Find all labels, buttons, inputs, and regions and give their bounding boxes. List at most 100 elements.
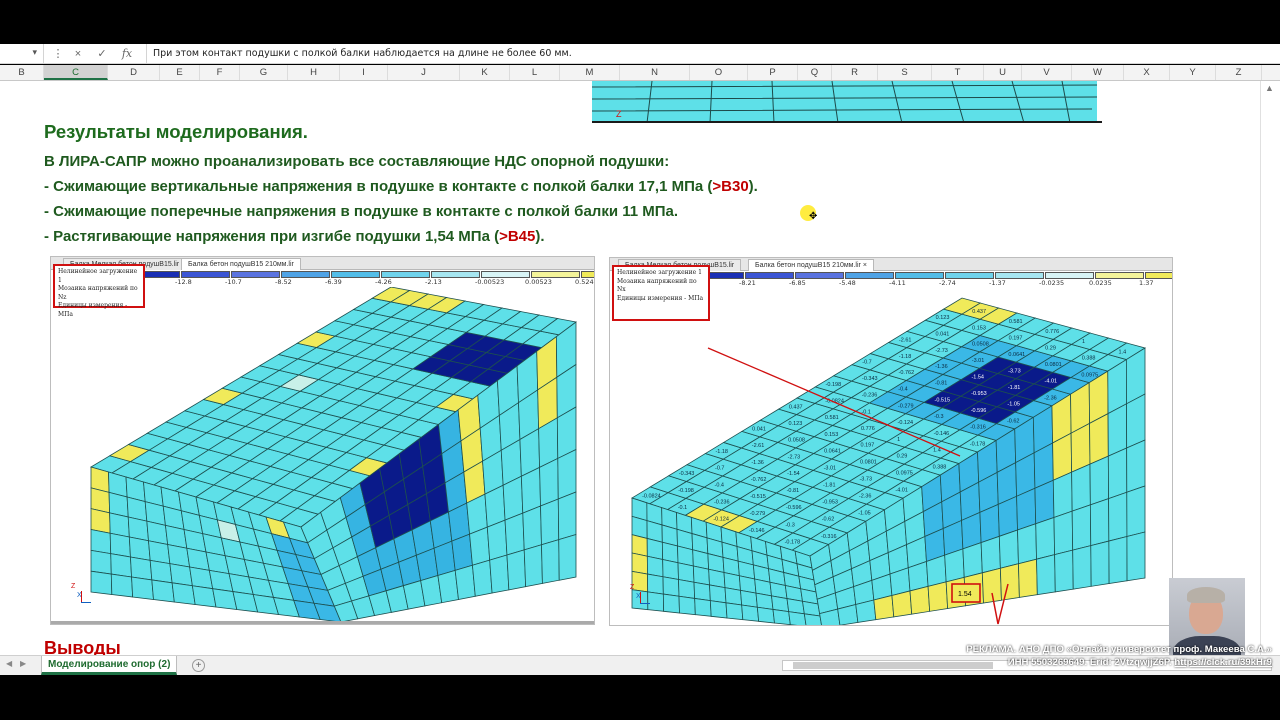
column-header-P[interactable]: P xyxy=(748,65,798,80)
side-face-element xyxy=(541,539,560,584)
more-options-icon[interactable]: ⋮ xyxy=(50,46,66,62)
side-face-element xyxy=(1018,558,1038,598)
prev-sheet-icon[interactable]: ◀ xyxy=(6,659,12,668)
scale-label: -8.21 xyxy=(739,279,756,287)
front-face-element xyxy=(149,559,173,584)
cell-value-label: 0.0508 xyxy=(788,438,805,444)
column-header-N[interactable]: N xyxy=(620,65,690,80)
front-face-element xyxy=(647,591,665,612)
bullet-1-highlight: >B30 xyxy=(712,178,749,195)
side-face-element xyxy=(522,505,542,551)
front-face-element xyxy=(725,602,744,621)
legend-line-3: Единицы измерения - МПа xyxy=(58,302,128,318)
column-header-M[interactable]: M xyxy=(560,65,620,80)
column-header-G[interactable]: G xyxy=(240,65,288,80)
sheet-area[interactable]: Z Результаты моделирования. В ЛИРА-САПР … xyxy=(0,81,1280,655)
side-face-element xyxy=(999,563,1020,601)
scale-label: -6.39 xyxy=(325,278,342,286)
close-icon[interactable]: × xyxy=(863,262,867,269)
cell-value-label: -1.05 xyxy=(858,511,871,517)
column-header-V[interactable]: V xyxy=(1022,65,1072,80)
column-header-I[interactable]: I xyxy=(340,65,388,80)
side-face-element xyxy=(504,512,525,556)
column-header-K[interactable]: K xyxy=(460,65,510,80)
front-face-element xyxy=(678,595,696,616)
ad-link[interactable]: https://clck.ru/39kHr9 xyxy=(1174,657,1272,668)
side-face-element xyxy=(1071,504,1092,551)
scale-label: 1.37 xyxy=(1139,279,1154,287)
formula-bar: ▾ ⋮ × ✓ fx При этом контакт подушки с по… xyxy=(0,44,1280,64)
scale-swatch xyxy=(795,272,844,279)
side-face-element xyxy=(909,585,931,615)
cell-value-label: -0.596 xyxy=(971,408,987,414)
figure-right-tab-2[interactable]: Балка бетон подушВ15 210мм.lir × xyxy=(748,259,874,271)
cell-value-label: 0.197 xyxy=(861,443,875,449)
side-face-element xyxy=(1126,439,1146,493)
cell-value-label: -0.953 xyxy=(971,391,987,397)
column-header-B[interactable]: B xyxy=(0,65,44,80)
scale-swatch xyxy=(231,271,280,278)
column-header-W[interactable]: W xyxy=(1072,65,1124,80)
side-face-element xyxy=(927,581,949,612)
cell-value-label: -1.36 xyxy=(751,460,764,466)
next-sheet-icon[interactable]: ▶ xyxy=(20,659,26,668)
cell-value-label: 0.581 xyxy=(1009,319,1023,325)
scroll-up-icon[interactable]: ▲ xyxy=(1265,83,1274,93)
side-face-element xyxy=(523,544,543,588)
chevron-down-icon[interactable]: ▾ xyxy=(32,47,37,58)
column-header-R[interactable]: R xyxy=(832,65,878,80)
enter-icon[interactable]: ✓ xyxy=(94,46,110,62)
column-header-J[interactable]: J xyxy=(388,65,460,80)
column-header-S[interactable]: S xyxy=(878,65,932,80)
name-box[interactable]: ▾ xyxy=(0,44,44,63)
column-header-U[interactable]: U xyxy=(984,65,1022,80)
page-title: Результаты моделирования. xyxy=(44,121,308,142)
front-face-element xyxy=(662,559,679,580)
column-header-X[interactable]: X xyxy=(1124,65,1170,80)
excel-window: ▾ ⋮ × ✓ fx При этом контакт подушки с по… xyxy=(0,0,1280,720)
column-header-Q[interactable]: Q xyxy=(798,65,832,80)
cell-value-label: -0.124 xyxy=(898,420,914,426)
legend-left: Нелинейное загружение 1 Мозаика напряжен… xyxy=(53,264,145,318)
column-header-T[interactable]: T xyxy=(932,65,984,80)
cell-value-label: -0.146 xyxy=(934,431,950,437)
scale-label: 0.0235 xyxy=(1089,279,1112,287)
cell-value-label: -0.762 xyxy=(751,477,767,483)
cell-value-label: -0.146 xyxy=(749,528,765,534)
cell-value-label: -0.3 xyxy=(785,522,794,528)
column-header-Y[interactable]: Y xyxy=(1170,65,1216,80)
add-sheet-icon[interactable]: + xyxy=(192,659,205,672)
cell-value-label: 0.0975 xyxy=(1081,372,1098,378)
insert-function-button[interactable]: fx xyxy=(119,46,135,62)
cancel-icon[interactable]: × xyxy=(70,46,86,62)
column-header-O[interactable]: O xyxy=(690,65,748,80)
cell-value-label: -0.279 xyxy=(898,403,914,409)
figure-left-tab-2[interactable]: Балка бетон подушВ15 210мм.lir xyxy=(181,258,301,270)
cell-value-label: -3.73 xyxy=(859,477,872,483)
scale-swatch xyxy=(1045,272,1094,279)
cell-value-label: 0.041 xyxy=(936,331,950,337)
column-header-Z[interactable]: Z xyxy=(1216,65,1262,80)
cell-value-label: 0.041 xyxy=(752,427,766,433)
front-face-element xyxy=(130,556,153,581)
column-header-F[interactable]: F xyxy=(200,65,240,80)
highlight-value: 1.54 xyxy=(958,591,972,598)
vertical-scrollbar[interactable]: ▲ xyxy=(1260,81,1280,655)
column-header-L[interactable]: L xyxy=(510,65,560,80)
column-header-C[interactable]: C xyxy=(44,65,108,80)
formula-input[interactable]: При этом контакт подушки с полкой балки … xyxy=(146,44,1280,63)
column-header-D[interactable]: D xyxy=(108,65,160,80)
cell-value-label: -2.36 xyxy=(859,494,872,500)
sheet-tab-active[interactable]: Моделирование опор (2) xyxy=(41,656,178,675)
front-face-element xyxy=(788,611,807,625)
side-face-element xyxy=(557,491,577,541)
scale-swatch xyxy=(1145,272,1172,279)
column-header-H[interactable]: H xyxy=(288,65,340,80)
column-header-E[interactable]: E xyxy=(160,65,200,80)
side-face-element xyxy=(472,559,493,597)
front-face-element xyxy=(171,582,196,605)
front-face-element xyxy=(169,563,193,587)
cursor-icon: ✥ xyxy=(809,211,818,222)
cell-value-label: 0.0801 xyxy=(860,460,877,466)
front-face-element xyxy=(151,579,175,603)
